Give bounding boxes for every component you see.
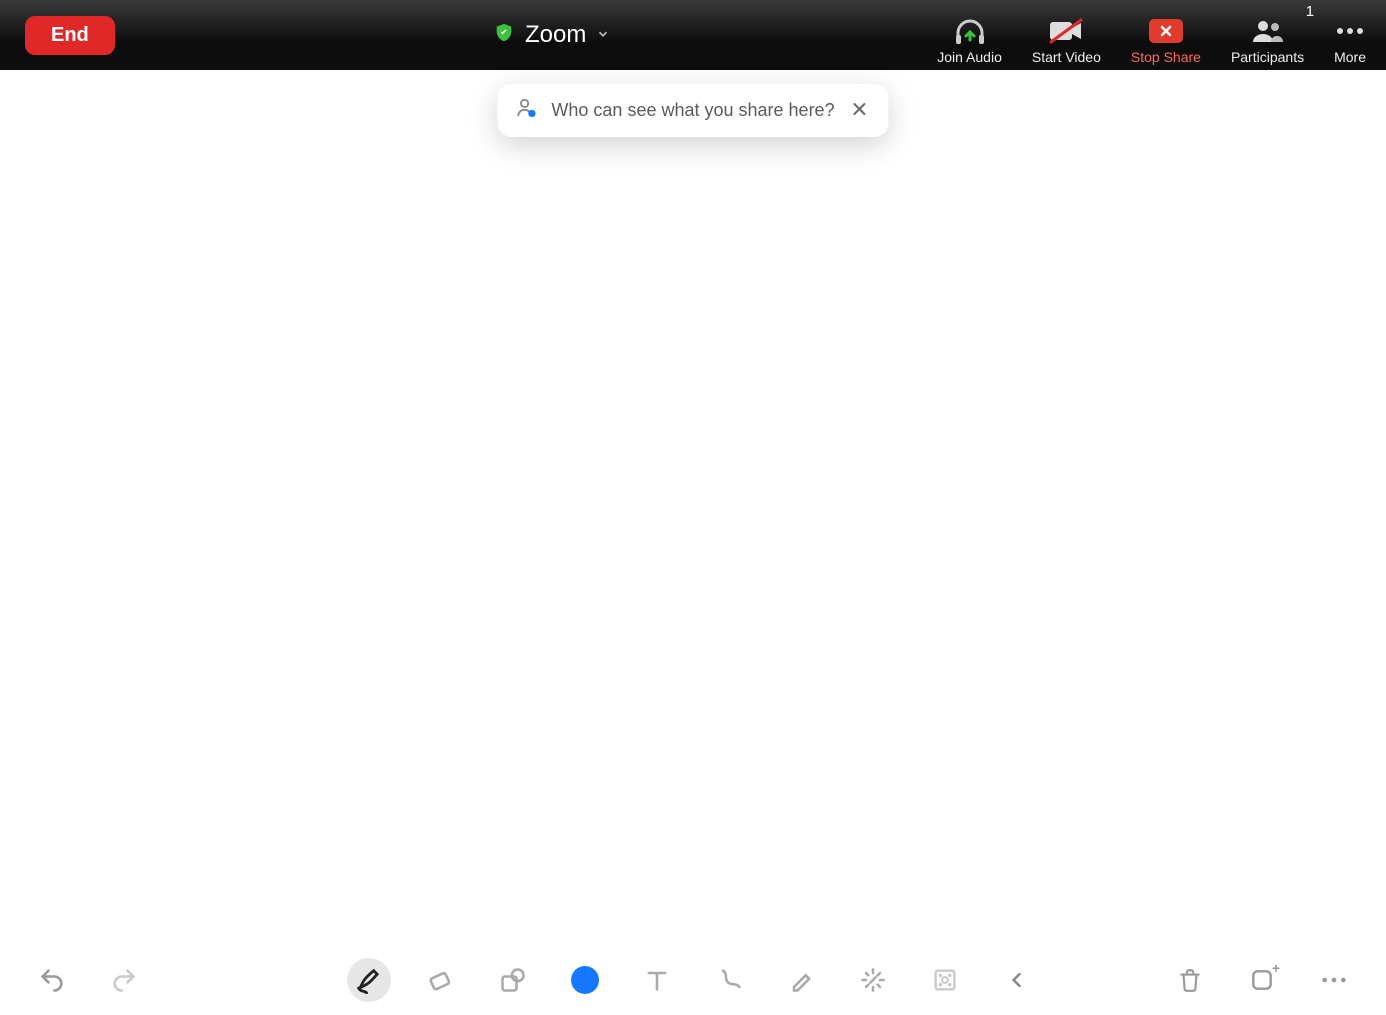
undo-button[interactable]: [30, 958, 74, 1002]
color-picker-button[interactable]: [563, 958, 607, 1002]
meeting-title-area[interactable]: Zoom: [493, 21, 610, 49]
whiteboard-toolbar: +: [0, 945, 1386, 1015]
chevron-down-icon[interactable]: [596, 27, 610, 44]
toolbar-more-button[interactable]: [1312, 958, 1356, 1002]
join-audio-label: Join Audio: [937, 49, 1002, 65]
participants-icon: [1251, 15, 1285, 47]
eraser-tool-button[interactable]: [419, 958, 463, 1002]
stop-share-button[interactable]: Stop Share: [1131, 5, 1201, 65]
shapes-tool-button[interactable]: [491, 958, 535, 1002]
top-right-controls: Join Audio Start Video Stop Share: [937, 5, 1366, 65]
headphones-up-icon: [953, 15, 987, 47]
shield-check-icon: [493, 22, 515, 49]
meeting-title: Zoom: [525, 21, 586, 49]
participants-count: 1: [1306, 3, 1314, 20]
participants-label: Participants: [1231, 49, 1304, 65]
stamp-tool-button[interactable]: [923, 958, 967, 1002]
stop-share-label: Stop Share: [1131, 49, 1201, 65]
zoom-top-toolbar: End Zoom Join Audio: [0, 0, 1386, 70]
start-video-label: Start Video: [1032, 49, 1101, 65]
notice-text: Who can see what you share here?: [551, 100, 834, 121]
pen-tool-button[interactable]: [347, 958, 391, 1002]
end-button[interactable]: End: [25, 16, 115, 55]
more-button[interactable]: More: [1334, 5, 1366, 65]
close-icon[interactable]: [849, 96, 871, 125]
video-off-icon: [1048, 15, 1084, 47]
more-dots-icon: [1335, 15, 1365, 47]
highlighter-tool-button[interactable]: [779, 958, 823, 1002]
trash-button[interactable]: [1168, 958, 1212, 1002]
plus-badge-icon: +: [1272, 960, 1280, 976]
line-arrow-tool-button[interactable]: [707, 958, 751, 1002]
more-label: More: [1334, 49, 1366, 65]
collapse-toolbar-button[interactable]: [995, 958, 1039, 1002]
join-audio-button[interactable]: Join Audio: [937, 5, 1002, 65]
spotlight-tool-button[interactable]: [851, 958, 895, 1002]
redo-button[interactable]: [102, 958, 146, 1002]
person-info-icon: [515, 97, 537, 124]
participants-button[interactable]: 1 Participants: [1231, 5, 1304, 65]
color-swatch-icon: [571, 966, 599, 994]
start-video-button[interactable]: Start Video: [1032, 5, 1101, 65]
stop-share-icon: [1149, 15, 1183, 47]
new-page-button[interactable]: +: [1240, 958, 1284, 1002]
text-tool-button[interactable]: [635, 958, 679, 1002]
whiteboard-canvas[interactable]: [0, 70, 1386, 945]
share-visibility-notice: Who can see what you share here?: [497, 84, 888, 137]
